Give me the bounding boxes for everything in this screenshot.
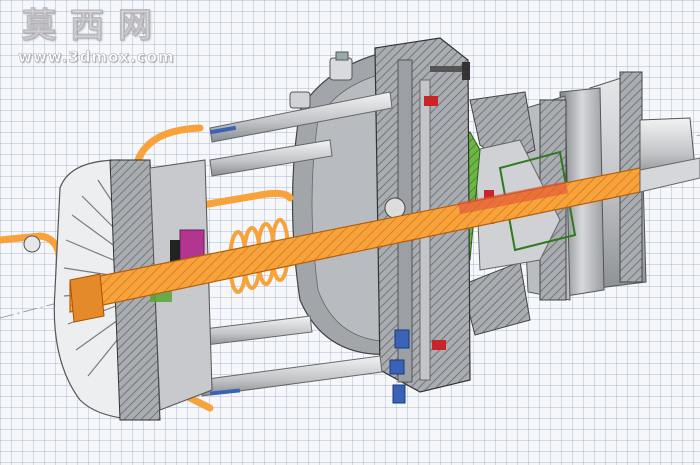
watermark: 莫西网 www.3dmox.com [14,6,204,67]
watermark-title: 莫西网 [22,6,166,47]
red-seal-top [424,96,438,106]
watermark-url: www.3dmox.com [18,48,175,67]
cad-viewport: 莫西网 www.3dmox.com [0,0,700,465]
fuel-inlet-nut [23,235,41,253]
red-seal-bottom [432,340,446,350]
turbojet-cutaway-diagram [0,37,700,421]
